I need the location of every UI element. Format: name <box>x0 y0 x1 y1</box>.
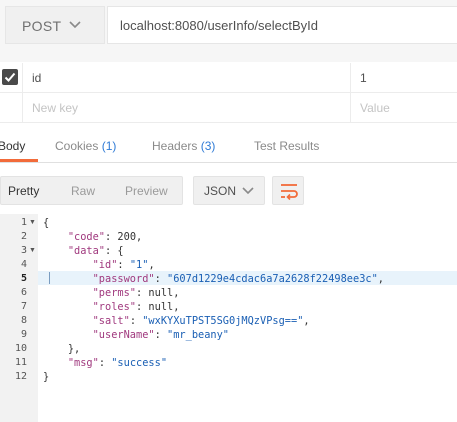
json-value: "wxKYXuTPST5SG0jMQzVPsg==" <box>142 315 304 327</box>
param-key[interactable]: id <box>32 71 41 85</box>
tab-cookies[interactable]: Cookies (1) <box>55 139 116 153</box>
json-key: "perms" <box>92 287 137 299</box>
code-line: } <box>43 371 50 383</box>
wrap-lines-icon <box>281 184 298 200</box>
code-line: "id": "1", <box>92 259 155 271</box>
code-line: "perms": null, <box>92 287 180 299</box>
code-line: "data": { <box>67 245 124 257</box>
code-line: "userName": "mr_beany" <box>92 329 230 341</box>
preview-button[interactable]: Preview <box>125 184 168 198</box>
json-key: "data" <box>67 245 106 257</box>
method-label: POST <box>22 18 62 34</box>
cookies-count: (1) <box>101 139 117 153</box>
code-line: "roles": null, <box>92 301 180 313</box>
chevron-down-icon <box>69 21 81 29</box>
param-value[interactable]: 1 <box>360 71 367 85</box>
code-line: }, <box>67 343 81 355</box>
code-line: "salt": "wxKYXuTPST5SG0jMQzVPsg==", <box>92 315 310 327</box>
format-select[interactable]: JSON <box>193 176 265 205</box>
view-mode-group: Pretty Raw Preview <box>0 176 183 205</box>
json-value: null <box>148 287 174 299</box>
json-value: "mr_beany" <box>167 329 230 341</box>
json-key: "id" <box>92 259 118 271</box>
json-value: "success" <box>111 357 168 369</box>
code-line: "password": "607d1229e4cdac6a7a2628f2249… <box>92 273 384 285</box>
method-select[interactable]: POST <box>5 6 105 44</box>
format-label: JSON <box>204 184 237 198</box>
new-value-input[interactable]: Value <box>360 101 390 115</box>
chevron-down-icon <box>242 187 254 195</box>
response-tabs: Body Cookies (1) Headers (3) Test Result… <box>0 130 457 163</box>
column-divider <box>350 93 351 123</box>
tab-headers-label: Headers <box>152 139 198 153</box>
checkbox-checked-icon[interactable] <box>2 69 18 85</box>
code-line: "msg": "success" <box>67 357 168 369</box>
column-divider <box>350 63 351 93</box>
column-divider <box>22 63 23 93</box>
code-line: { <box>43 217 50 229</box>
json-key: "code" <box>67 231 106 243</box>
pretty-button[interactable]: Pretty <box>8 184 39 198</box>
json-value: "1" <box>129 259 149 271</box>
active-tab-indicator <box>0 159 38 162</box>
headers-count: (3) <box>200 139 216 153</box>
column-divider <box>22 93 23 123</box>
tab-cookies-label: Cookies <box>55 139 99 153</box>
json-value: null <box>148 301 174 313</box>
param-row-new: New key Value <box>0 93 457 123</box>
raw-button[interactable]: Raw <box>71 184 95 198</box>
param-row: id 1 <box>0 63 457 93</box>
response-body[interactable]: { "code": 200, "data": { "id": "1", "pas… <box>0 214 457 422</box>
json-key: "userName" <box>92 329 155 341</box>
json-key: "msg" <box>67 357 99 369</box>
tab-headers[interactable]: Headers (3) <box>152 139 215 153</box>
json-key: "salt" <box>92 315 130 327</box>
json-key: "roles" <box>92 301 137 313</box>
tab-test-results[interactable]: Test Results <box>254 139 319 153</box>
json-value: "607d1229e4cdac6a7a2628f22498ee3c" <box>167 273 378 285</box>
json-value: 200 <box>117 231 137 243</box>
new-key-input[interactable]: New key <box>32 101 78 115</box>
json-key: "password" <box>92 273 155 285</box>
code-line: "code": 200, <box>67 231 143 243</box>
wrap-lines-button[interactable] <box>272 176 304 205</box>
url-input[interactable]: localhost:8080/userInfo/selectById <box>107 6 457 44</box>
tab-body[interactable]: Body <box>0 139 25 153</box>
url-text: localhost:8080/userInfo/selectById <box>120 18 319 33</box>
